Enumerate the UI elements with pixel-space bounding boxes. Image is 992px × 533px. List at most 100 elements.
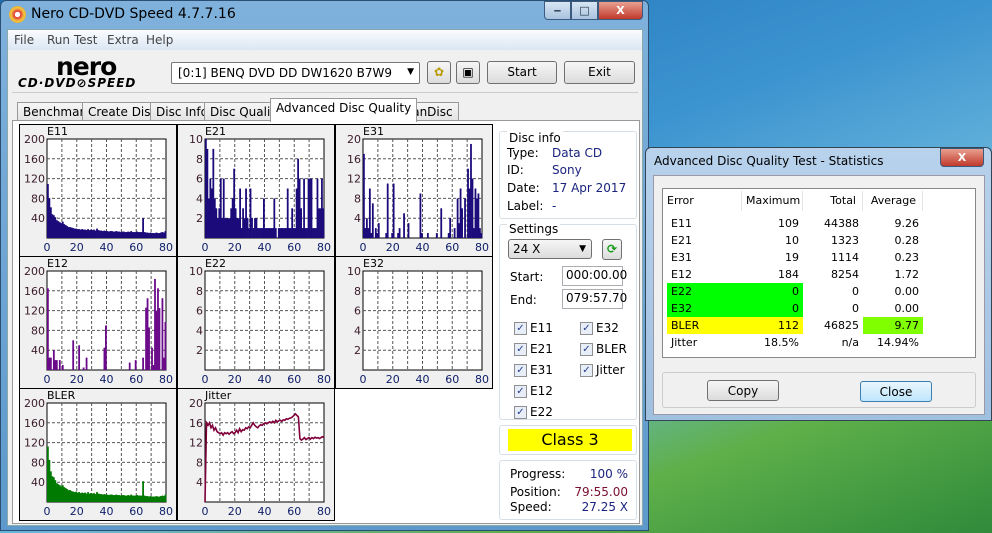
x-tick-label: 80 [475, 373, 489, 386]
y-tick-label: 8 [354, 192, 361, 205]
error-name: E12 [671, 268, 692, 281]
x-tick-label: 0 [44, 373, 51, 386]
x-tick-label: 40 [100, 241, 114, 254]
chart-svg: 201612840 20 40 60 80 [189, 397, 331, 518]
x-tick-label: 60 [129, 505, 143, 518]
end-input[interactable]: 079:57.70 [562, 289, 627, 309]
column-header-maximum[interactable]: Maximum [742, 191, 803, 211]
bar [371, 203, 374, 238]
plot-area [362, 270, 483, 371]
drive-info-button[interactable]: ✿ [427, 61, 451, 84]
total-value: 8254 [831, 268, 859, 281]
position-value: 79:55.00 [574, 485, 628, 499]
chart-svg: 200 160 120 80 40 0 20 40 60 80 [24, 397, 173, 518]
chart-e22: E22 10 8 6 4 2 0 20 40 60 80 [177, 256, 335, 389]
bar [164, 321, 167, 370]
y-tick-label: 4 [196, 192, 203, 205]
x-tick-label: 0 [44, 505, 51, 518]
menu-bar: File Run Test Extra Help [8, 30, 642, 50]
y-tick-label: 4 [196, 476, 203, 489]
bar [464, 198, 466, 238]
x-tick-label: 60 [287, 505, 301, 518]
y-tick-label: 8 [196, 285, 203, 298]
maximize-button[interactable]: □ [571, 1, 598, 20]
start-button[interactable]: Start [487, 61, 557, 84]
checkbox-label: E12 [530, 384, 553, 398]
client-area: File Run Test Extra Help nero CD·DVD⊘SPE… [7, 29, 643, 526]
statistics-table: Error Maximum Total Average E11 109 44388 9.26 E… [662, 188, 976, 358]
checkmark-icon: ✓ [514, 406, 527, 419]
chevron-down-icon: ▼ [407, 67, 414, 77]
x-tick-label: 0 [360, 241, 367, 254]
bar [134, 360, 137, 370]
checkmark-icon: ✓ [514, 322, 527, 335]
menu-run-test[interactable]: Run Test [47, 33, 97, 47]
settings-title: Settings [507, 222, 561, 236]
average-value: 1.72 [894, 268, 920, 281]
exit-button[interactable]: Exit [564, 61, 635, 84]
drive-select[interactable]: [0:1] BENQ DVD DD DW1620 B7W9 ▼ [171, 62, 420, 84]
x-tick-label: 20 [70, 505, 84, 518]
plot-area [204, 270, 325, 371]
x-tick-label: 80 [159, 373, 173, 386]
maximum-value: 10 [785, 234, 799, 247]
checkbox-label: E22 [530, 405, 553, 419]
bar [274, 228, 277, 238]
total-value: 0 [852, 302, 859, 315]
y-tick-label: 2 [196, 344, 203, 357]
start-input[interactable]: 000:00.00 [562, 266, 627, 286]
save-button[interactable]: ▣ [456, 61, 480, 84]
bar [386, 183, 389, 238]
x-tick-label: 0 [360, 373, 367, 386]
y-tick-label: 8 [196, 456, 203, 469]
bar [419, 193, 422, 238]
x-tick-label: 60 [129, 373, 143, 386]
average-value: 14.94% [877, 336, 919, 349]
plot-area [46, 402, 167, 503]
bar [403, 213, 405, 238]
column-header-total[interactable]: Total [803, 191, 863, 211]
error-name: BLER [667, 317, 742, 334]
checkmark-icon: ✓ [514, 385, 527, 398]
checkbox-label: BLER [596, 342, 627, 356]
title-bar: Nero CD-DVD Speed 4.7.7.16 ‒ □ X [1, 1, 648, 29]
speed-select[interactable]: 24 X ▼ [508, 239, 592, 259]
close-button[interactable]: Close [860, 381, 932, 402]
column-header-error[interactable]: Error [663, 191, 742, 211]
disc-info-group: Disc info Type: Data CD ID: Sony Date: 1… [499, 131, 637, 219]
bar [148, 327, 150, 370]
refresh-icon: ⟳ [606, 242, 618, 256]
chart-svg: 1086420 20 40 60 80 [189, 133, 331, 254]
type-value: Data CD [552, 146, 603, 160]
maximum-value: 18.5% [764, 336, 799, 349]
close-dialog-button[interactable]: X [940, 148, 984, 167]
error-name: E32 [667, 300, 742, 317]
bar [85, 357, 88, 370]
close-window-button[interactable]: X [598, 1, 643, 20]
x-tick-label: 20 [386, 241, 400, 254]
total-value: 44388 [824, 217, 859, 230]
x-tick-label: 0 [202, 241, 209, 254]
x-tick-label: 60 [445, 241, 459, 254]
y-tick-label: 16 [347, 153, 361, 166]
plot-area [204, 402, 325, 503]
bar [392, 183, 395, 238]
close-icon: X [957, 151, 967, 164]
tab-advanced-disc-quality[interactable]: Advanced Disc Quality [270, 98, 418, 122]
menu-help[interactable]: Help [146, 33, 173, 47]
chart-svg: 200 160 120 80 40 0 20 40 60 80 [24, 265, 173, 386]
checkmark-icon: ✓ [514, 343, 527, 356]
statistics-dialog: Advanced Disc Quality Test - Statistics … [645, 147, 992, 421]
bar [72, 340, 75, 370]
maximum-value: 19 [785, 251, 799, 264]
refresh-speeds-button[interactable]: ⟳ [602, 239, 622, 260]
cd-dvd-speed-logo: CD·DVD⊘SPEED [18, 76, 137, 90]
end-label: End: [510, 293, 537, 307]
column-header-average[interactable]: Average [863, 191, 923, 211]
menu-extra[interactable]: Extra [107, 33, 139, 47]
checkmark-icon: ✓ [580, 322, 593, 335]
menu-file[interactable]: File [14, 33, 34, 47]
minimize-button[interactable]: ‒ [544, 1, 571, 20]
x-tick-label: 20 [70, 373, 84, 386]
copy-button[interactable]: Copy [707, 380, 779, 401]
